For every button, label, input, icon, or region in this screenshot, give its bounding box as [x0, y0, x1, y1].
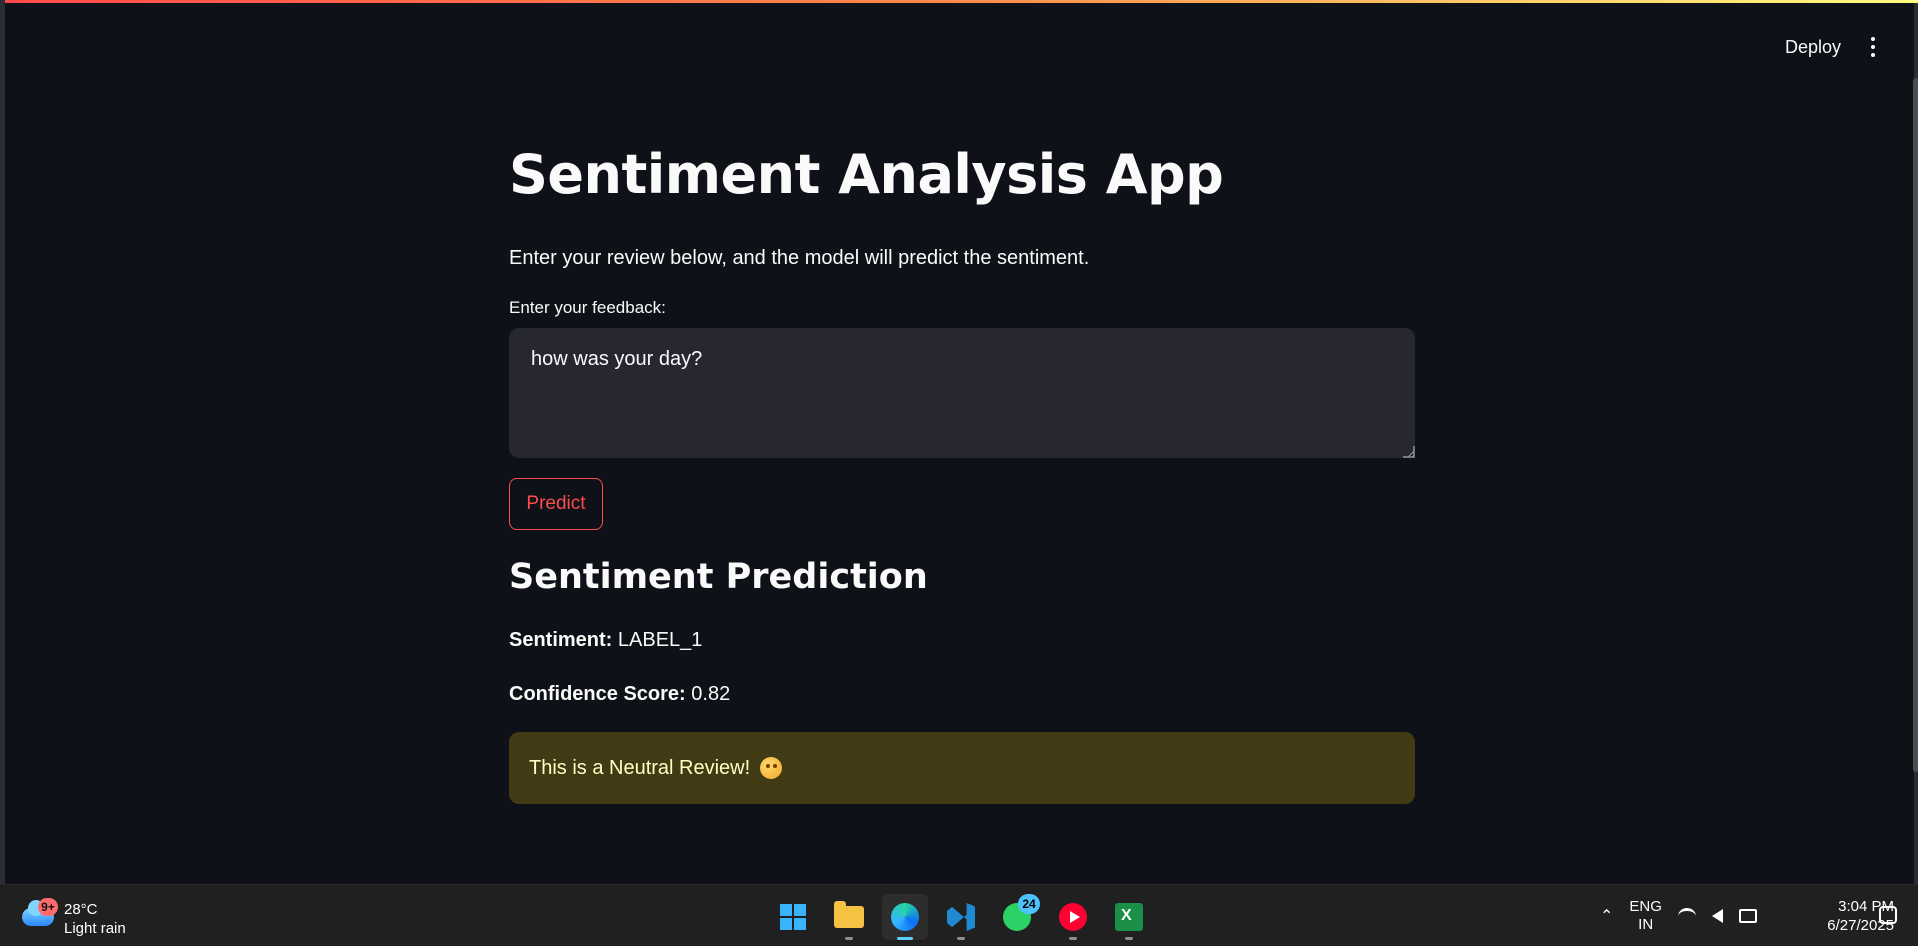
windows-taskbar: 9+ 28°C Light rain 24 ⌃ ENG IN	[0, 884, 1918, 946]
whatsapp-button[interactable]: 24	[994, 894, 1040, 940]
battery-icon[interactable]	[1738, 909, 1757, 923]
neutral-review-alert: This is a Neutral Review!	[509, 732, 1415, 804]
menu-dot	[1871, 53, 1875, 57]
notification-bell-icon[interactable]	[1879, 906, 1897, 924]
vscode-icon	[947, 903, 975, 931]
region-code: IN	[1638, 916, 1654, 933]
top-accent-bar	[5, 0, 1918, 3]
menu-dot	[1871, 45, 1875, 49]
sentiment-value: LABEL_1	[617, 629, 703, 651]
start-button[interactable]	[770, 894, 816, 940]
play-music-icon	[1059, 903, 1087, 931]
sentiment-result: Sentiment: LABEL_1	[509, 626, 702, 654]
youtube-music-button[interactable]	[1050, 894, 1096, 940]
vscode-button[interactable]	[938, 894, 984, 940]
flushed-face-icon	[760, 757, 783, 779]
confidence-value: 0.82	[691, 683, 731, 705]
speaker-icon[interactable]	[1711, 909, 1723, 923]
system-tray: ⌃ ENG IN	[1600, 894, 1757, 938]
sentiment-label: Sentiment:	[509, 629, 613, 651]
excel-button[interactable]	[1106, 894, 1152, 940]
running-indicator	[1069, 937, 1077, 940]
main-content: Sentiment Analysis App Enter your review…	[509, 140, 1415, 804]
file-explorer-button[interactable]	[826, 894, 872, 940]
edge-browser-icon	[891, 903, 919, 931]
confidence-label: Confidence Score:	[509, 683, 686, 705]
notification-count-badge: 24	[1018, 894, 1040, 914]
predict-button[interactable]: Predict	[509, 478, 603, 530]
more-menu-icon[interactable]	[1861, 34, 1885, 60]
active-indicator	[897, 937, 913, 940]
excel-icon	[1115, 903, 1143, 931]
taskbar-apps: 24	[770, 894, 1152, 940]
weather-widget[interactable]: 9+ 28°C Light rain	[20, 898, 140, 938]
windows-logo-icon	[780, 904, 806, 930]
browser-content-area: Deploy Sentiment Analysis App Enter your…	[0, 0, 1918, 884]
language-code: ENG	[1629, 898, 1662, 915]
wifi-icon[interactable]	[1677, 907, 1696, 925]
feedback-textarea[interactable]	[509, 328, 1415, 458]
intro-text: Enter your review below, and the model w…	[509, 247, 1090, 269]
temperature-text: 28°C	[64, 901, 98, 918]
weather-condition-text: Light rain	[64, 920, 126, 937]
page-title: Sentiment Analysis App	[509, 143, 1224, 206]
running-indicator	[957, 937, 965, 940]
resize-grip-icon[interactable]	[1403, 446, 1415, 458]
vertical-scrollbar[interactable]	[1913, 78, 1918, 772]
weather-badge: 9+	[38, 898, 58, 916]
confidence-result: Confidence Score: 0.82	[509, 680, 730, 708]
feedback-label: Enter your feedback:	[509, 298, 666, 317]
language-indicator[interactable]: ENG IN	[1629, 898, 1662, 934]
menu-dot	[1871, 37, 1875, 41]
alert-text: This is a Neutral Review!	[529, 756, 751, 779]
chevron-up-icon[interactable]: ⌃	[1600, 906, 1613, 926]
folder-icon	[834, 901, 864, 928]
edge-button[interactable]	[882, 894, 928, 940]
deploy-button[interactable]: Deploy	[1773, 34, 1853, 60]
running-indicator	[1125, 937, 1133, 940]
result-heading: Sentiment Prediction	[509, 557, 928, 597]
running-indicator	[845, 937, 853, 940]
